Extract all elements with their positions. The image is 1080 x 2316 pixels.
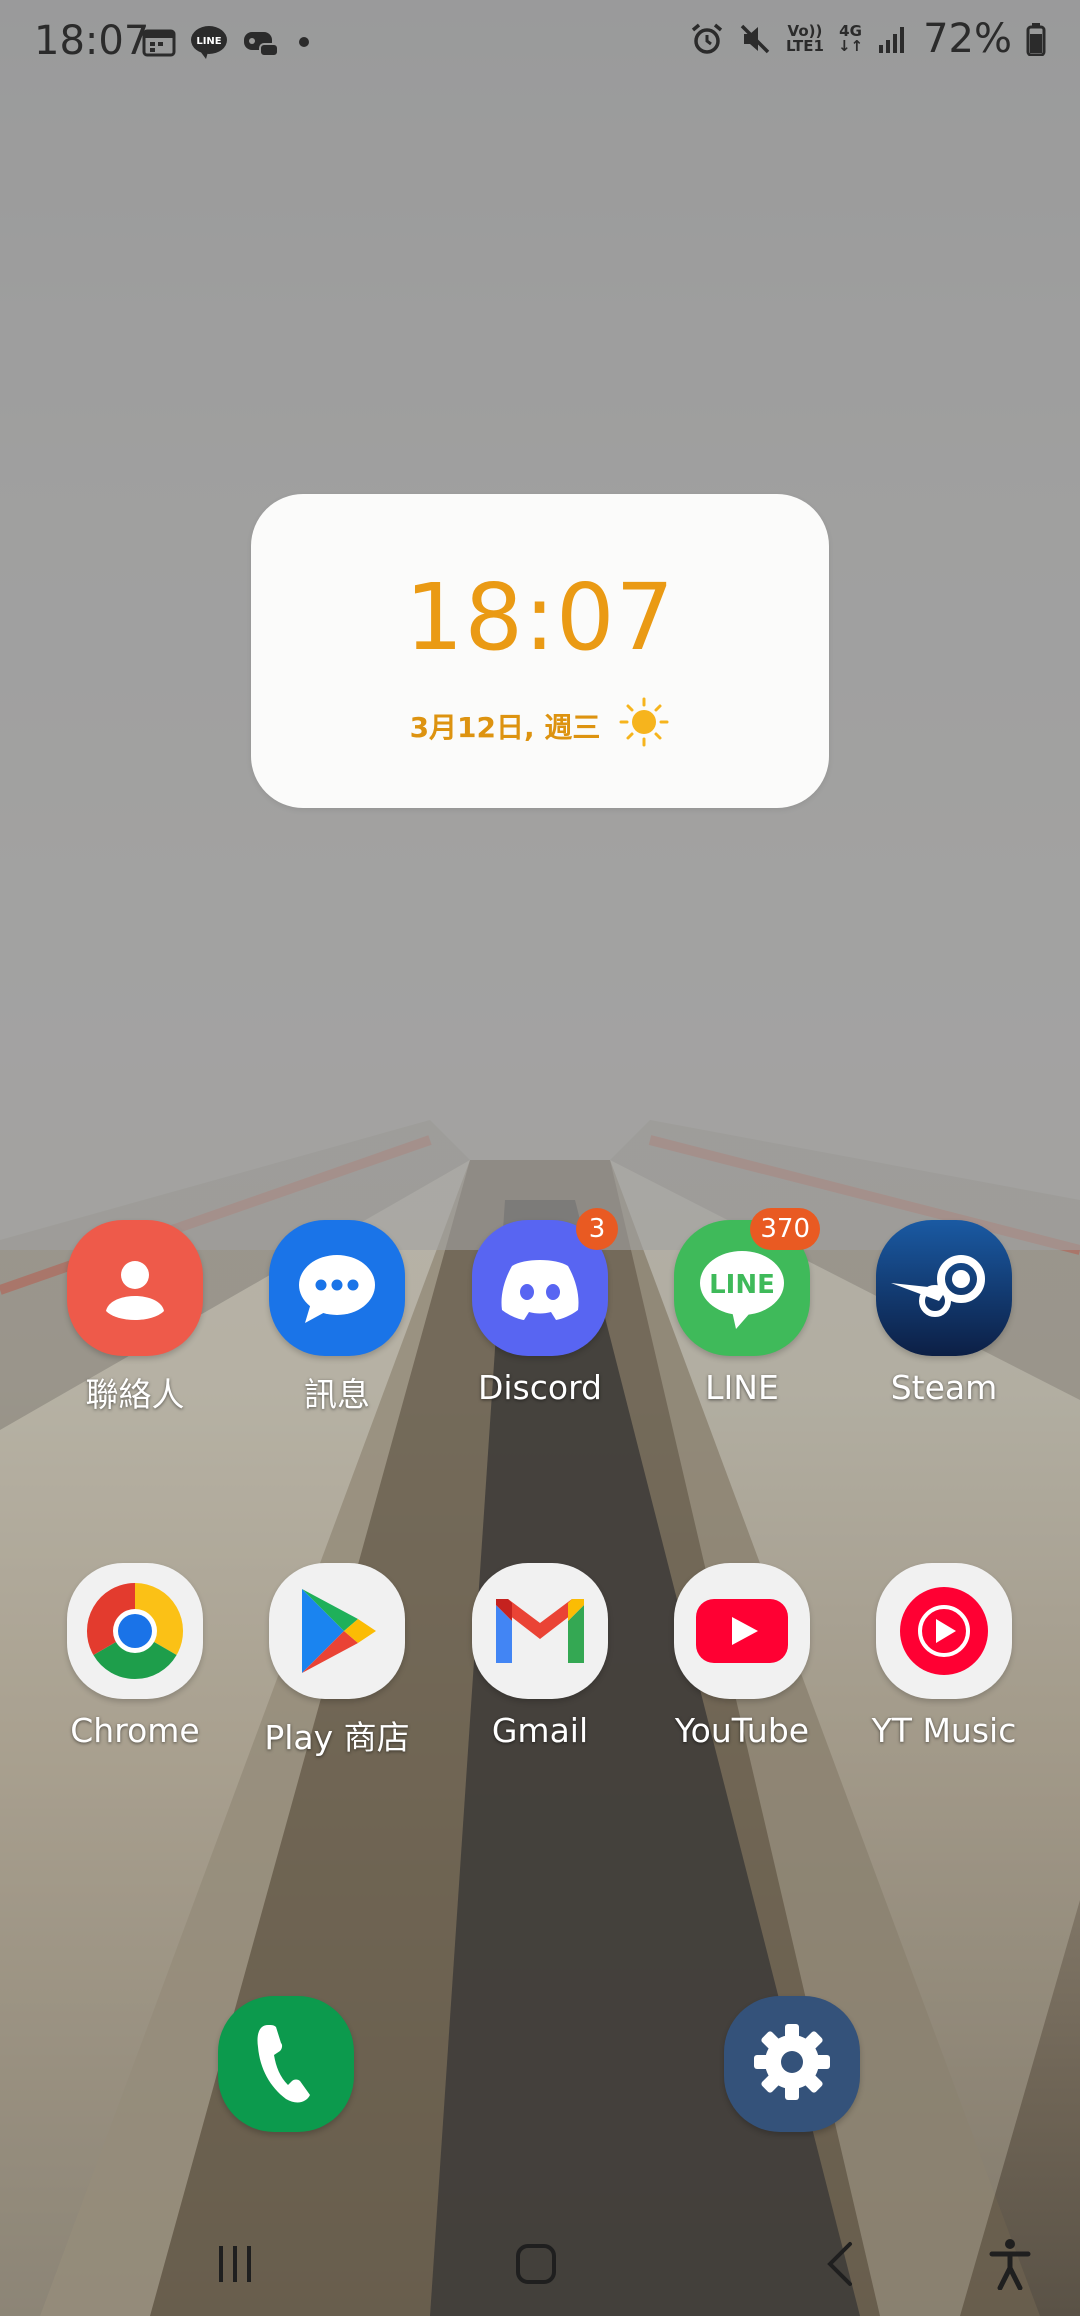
network-type: 4G ↓↑ <box>837 22 864 55</box>
app-label: YT Music <box>871 1711 1017 1750</box>
more-notifications-dot <box>294 32 314 52</box>
accessibility-button[interactable] <box>970 2236 1050 2296</box>
app-play-store[interactable]: Play 商店 <box>242 1563 432 1759</box>
line-icon: LINE 370 <box>674 1208 820 1356</box>
settings-app[interactable] <box>724 1996 860 2132</box>
app-messages[interactable]: 訊息 <box>242 1220 432 1416</box>
app-label: Chrome <box>70 1711 200 1750</box>
settings-icon <box>747 2017 837 2111</box>
recent-apps-icon <box>213 2244 257 2288</box>
battery-icon <box>1026 22 1046 56</box>
notification-badge: 3 <box>576 1208 618 1250</box>
sun-icon <box>618 696 670 755</box>
wallpaper <box>0 0 1080 2316</box>
svg-text:LINE: LINE <box>709 1270 775 1300</box>
navigation-bar <box>0 2216 1080 2316</box>
discord-icon: 3 <box>472 1208 618 1356</box>
app-label: LINE <box>705 1368 779 1407</box>
app-steam[interactable]: Steam <box>849 1220 1039 1407</box>
app-discord[interactable]: 3 Discord <box>445 1208 635 1407</box>
play-store-icon <box>269 1563 405 1699</box>
back-icon <box>822 2240 858 2292</box>
back-button[interactable] <box>800 2236 880 2296</box>
app-line[interactable]: LINE 370 LINE <box>647 1208 837 1407</box>
signal-icon <box>877 23 909 55</box>
gamepad-notification-icon <box>242 26 280 58</box>
battery-percent: 72% <box>923 16 1012 62</box>
svg-text:LINE: LINE <box>196 36 221 47</box>
mute-icon <box>738 22 772 56</box>
app-contacts[interactable]: 聯絡人 <box>40 1220 230 1416</box>
status-right-icons: Vo)) LTE1 4G ↓↑ 72% <box>690 16 1046 62</box>
alarm-icon <box>690 22 724 56</box>
app-gmail[interactable]: Gmail <box>445 1563 635 1750</box>
clock-widget[interactable]: 18:07 3月12日, 週三 <box>251 494 829 808</box>
volte-indicator: Vo)) LTE1 <box>785 22 824 55</box>
app-label: YouTube <box>674 1711 810 1750</box>
app-label: 聯絡人 <box>85 1375 185 1414</box>
notification-badge: 370 <box>750 1208 820 1250</box>
app-label: Steam <box>890 1368 998 1407</box>
app-youtube[interactable]: YouTube <box>647 1563 837 1750</box>
home-button[interactable] <box>496 2236 576 2296</box>
notification-icons: LINE <box>142 22 314 62</box>
app-label: Gmail <box>491 1711 589 1750</box>
accessibility-icon <box>988 2238 1032 2294</box>
phone-app[interactable] <box>218 1996 354 2132</box>
line-notification-icon: LINE <box>190 25 228 59</box>
widget-time: 18:07 <box>404 564 676 671</box>
status-time: 18:07 <box>34 18 150 64</box>
gmail-icon <box>472 1563 608 1699</box>
home-icon <box>514 2242 558 2290</box>
app-yt-music[interactable]: YT Music <box>849 1563 1039 1750</box>
app-label: Discord <box>477 1368 603 1407</box>
widget-date: 3月12日, 週三 <box>409 710 601 744</box>
steam-icon <box>876 1220 1012 1356</box>
app-chrome[interactable]: Chrome <box>40 1563 230 1750</box>
app-label: Play 商店 <box>264 1718 410 1757</box>
chrome-icon <box>67 1563 203 1699</box>
status-bar: 18:07 LINE Vo)) LTE1 4G ↓↑ 72% <box>0 0 1080 80</box>
contacts-icon <box>67 1220 203 1356</box>
youtube-icon <box>674 1563 810 1699</box>
app-label: 訊息 <box>304 1375 370 1414</box>
messages-icon <box>269 1220 405 1356</box>
widget-date-row: 3月12日, 週三 <box>251 696 829 755</box>
recent-apps-button[interactable] <box>195 2236 275 2296</box>
phone-icon <box>246 2017 326 2111</box>
calendar-icon <box>142 27 176 57</box>
yt-music-icon <box>876 1563 1012 1699</box>
